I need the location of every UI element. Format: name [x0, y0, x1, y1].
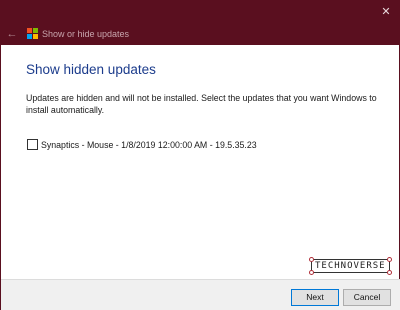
update-item[interactable]: Synaptics - Mouse - 1/8/2019 12:00:00 AM…: [27, 139, 257, 150]
top-band: ✕: [1, 1, 400, 23]
cancel-button[interactable]: Cancel: [343, 289, 391, 306]
page-heading: Show hidden updates: [26, 62, 156, 77]
windows-logo-icon: [27, 28, 38, 39]
next-button[interactable]: Next: [291, 289, 339, 306]
title-bar: ← Show or hide updates: [1, 23, 400, 45]
close-icon[interactable]: ✕: [379, 5, 393, 19]
watermark-dot-icon: [309, 270, 314, 275]
watermark-text: TECHNOVERSE: [315, 261, 386, 271]
update-item-label: Synaptics - Mouse - 1/8/2019 12:00:00 AM…: [41, 139, 257, 150]
watermark-dot-icon: [386, 257, 392, 262]
watermark-dot-icon: [309, 257, 314, 262]
back-arrow-icon[interactable]: ←: [5, 27, 19, 41]
main-content: Show hidden updates Updates are hidden a…: [26, 61, 386, 116]
technoverse-watermark-logo: TECHNOVERSE: [309, 257, 392, 275]
footer-bar: Next Cancel: [1, 279, 400, 310]
update-checkbox[interactable]: [27, 139, 38, 150]
dialog-window: ✕ ← Show or hide updates Show hidden upd…: [0, 0, 400, 310]
window-title: Show or hide updates: [42, 29, 130, 39]
watermark-dot-icon: [386, 270, 392, 275]
description-text: Updates are hidden and will not be insta…: [26, 93, 377, 115]
